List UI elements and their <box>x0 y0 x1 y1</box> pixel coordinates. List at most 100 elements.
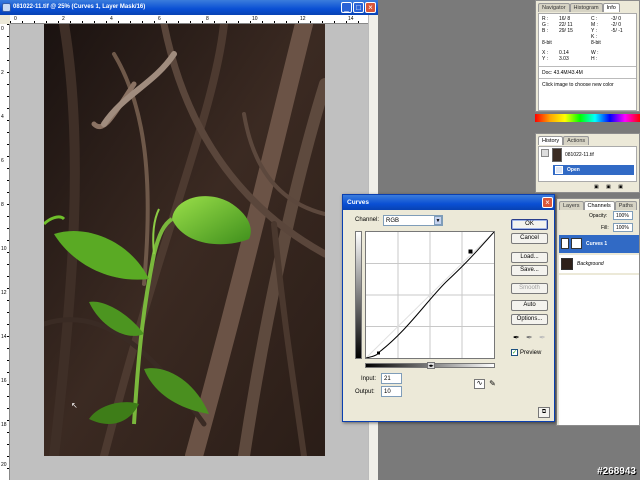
ruler-number: 10 <box>252 16 258 22</box>
bit-depth-right: 8-bit <box>591 40 601 46</box>
rgb-label-b: B : <box>542 28 549 34</box>
black-eyedropper-icon[interactable]: ✒ <box>513 333 520 342</box>
layer-name[interactable]: Background <box>577 261 604 267</box>
curves-title: Curves <box>347 199 370 206</box>
tab-actions[interactable]: Actions <box>563 136 590 145</box>
tab-navigator[interactable]: Navigator <box>538 3 570 12</box>
ruler-number: 12 <box>300 16 306 22</box>
tab-channels[interactable]: Channels <box>583 201 615 210</box>
chevron-down-icon[interactable]: ▼ <box>434 216 442 225</box>
expand-graph-icon[interactable]: ⧉ <box>538 407 550 418</box>
load-button[interactable]: Load... <box>511 252 548 263</box>
document-title: 081022-11.tif @ 25% (Curves 1, Layer Mas… <box>13 4 146 10</box>
pencil-tool-icon[interactable]: ✎ <box>487 379 498 389</box>
gray-eyedropper-icon[interactable]: ✒ <box>526 333 533 342</box>
ruler-number: 6 <box>1 158 4 164</box>
curve-point[interactable] <box>377 351 380 355</box>
adjustment-layer-icon <box>561 238 569 249</box>
curve-tool-icon[interactable]: ∿ <box>474 379 485 389</box>
ruler-number: 0 <box>1 26 4 32</box>
input-field[interactable]: 21 <box>381 373 402 384</box>
output-label: Output: <box>355 389 375 395</box>
gradient-toggle-icon[interactable]: ◂▸ <box>427 362 435 369</box>
history-snapshot-name[interactable]: 081022-11.tif <box>565 152 594 158</box>
history-palette: History Actions 081022-11.tif Open ▣ ▣ ▣ <box>535 133 640 193</box>
smooth-button[interactable]: Smooth <box>511 283 548 294</box>
history-brush-source-icon[interactable] <box>541 149 549 157</box>
curves-graph[interactable] <box>365 231 495 359</box>
ruler-number: 6 <box>158 16 161 22</box>
curves-svg <box>365 231 495 359</box>
fill-label: Fill: <box>601 225 609 231</box>
history-footer-icons[interactable]: ▣ ▣ ▣ <box>594 184 626 190</box>
dialog-close-button[interactable]: × <box>542 197 553 208</box>
save-button[interactable]: Save... <box>511 265 548 276</box>
ruler-number: 16 <box>1 378 7 384</box>
preview-checkbox[interactable]: ✓ <box>511 349 518 356</box>
tab-history[interactable]: History <box>538 136 564 145</box>
tab-paths[interactable]: Paths <box>614 201 637 210</box>
ok-button[interactable]: OK <box>511 219 548 230</box>
close-button[interactable]: × <box>365 2 376 13</box>
auto-button[interactable]: Auto <box>511 300 548 311</box>
info-hint: Click image to choose new color <box>542 82 614 88</box>
tab-histogram[interactable]: Histogram <box>569 3 603 12</box>
history-state-row[interactable] <box>553 165 634 175</box>
rgb-value-b: 29/ 15 <box>559 28 573 34</box>
bit-depth-left: 8-bit <box>542 40 552 46</box>
photoshop-app-icon[interactable] <box>2 3 11 12</box>
curve-point[interactable] <box>468 249 473 254</box>
ruler-number: 8 <box>1 202 4 208</box>
ruler-number: 0 <box>14 16 17 22</box>
preview-label: Preview <box>520 350 542 356</box>
fill-input[interactable]: 100% <box>613 223 633 232</box>
ruler-number: 4 <box>110 16 113 22</box>
open-document-icon <box>555 166 563 174</box>
output-field[interactable]: 10 <box>381 386 402 397</box>
doc-size: Doc: 43.4M/43.4M <box>542 70 583 76</box>
background-thumbnail <box>561 258 573 270</box>
wh-label-h: H : <box>591 56 598 62</box>
output-gradient-bar <box>355 231 362 359</box>
ruler-number: 20 <box>1 462 7 468</box>
snapshot-thumbnail[interactable] <box>552 148 562 162</box>
ruler-vertical <box>0 24 10 480</box>
ruler-number: 4 <box>1 114 4 120</box>
layer-name[interactable]: Curves 1 <box>586 241 607 247</box>
minimize-button[interactable]: _ <box>341 2 352 13</box>
curves-titlebar[interactable]: Curves <box>343 195 554 210</box>
ruler-number: 2 <box>62 16 65 22</box>
divider <box>539 66 636 67</box>
tab-layers[interactable]: Layers <box>559 201 584 210</box>
history-list: 081022-11.tif Open <box>538 146 637 182</box>
opacity-label: Opacity: <box>589 213 608 219</box>
maximize-button[interactable]: □ <box>353 2 364 13</box>
opacity-input[interactable]: 100% <box>613 211 633 220</box>
ruler-number: 18 <box>1 422 7 428</box>
document-titlebar[interactable]: 081022-11.tif @ 25% (Curves 1, Layer Mas… <box>0 0 378 15</box>
info-palette: Navigator Histogram Info R : G : B : 16/ 8… <box>535 0 640 112</box>
options-button[interactable]: Options... <box>511 314 548 325</box>
ruler-number: 12 <box>1 290 7 296</box>
info-content: R : G : B : 16/ 8 22/ 11 29/ 15 C : M : … <box>538 13 637 111</box>
xy-value-y: 3.03 <box>559 56 569 62</box>
watermark: #268943 <box>597 466 636 477</box>
ruler-number: 10 <box>1 246 7 252</box>
cursor-pointer-icon: ↖ <box>71 401 78 410</box>
channel-value: RGB <box>386 218 400 224</box>
cmyk-value-y: -5/ -1 <box>611 28 623 34</box>
ruler-number: 8 <box>206 16 209 22</box>
white-eyedropper-icon[interactable]: ✒ <box>539 333 546 342</box>
color-ramp[interactable] <box>535 114 640 122</box>
xy-label-y: Y : <box>542 56 549 62</box>
layer-mask-thumbnail[interactable] <box>571 238 582 249</box>
curves-dialog: Curves × Channel: RGB ▼ ◂▸ Input: 21 Out… <box>342 194 555 422</box>
tab-info[interactable]: Info <box>602 3 620 12</box>
layers-empty-area <box>559 275 639 425</box>
channel-label: Channel: <box>355 217 380 223</box>
divider <box>539 78 636 79</box>
cancel-button[interactable]: Cancel <box>511 233 548 244</box>
document-image[interactable] <box>44 24 325 456</box>
ruler-number: 2 <box>1 70 4 76</box>
plant-roots-photo <box>44 24 325 456</box>
